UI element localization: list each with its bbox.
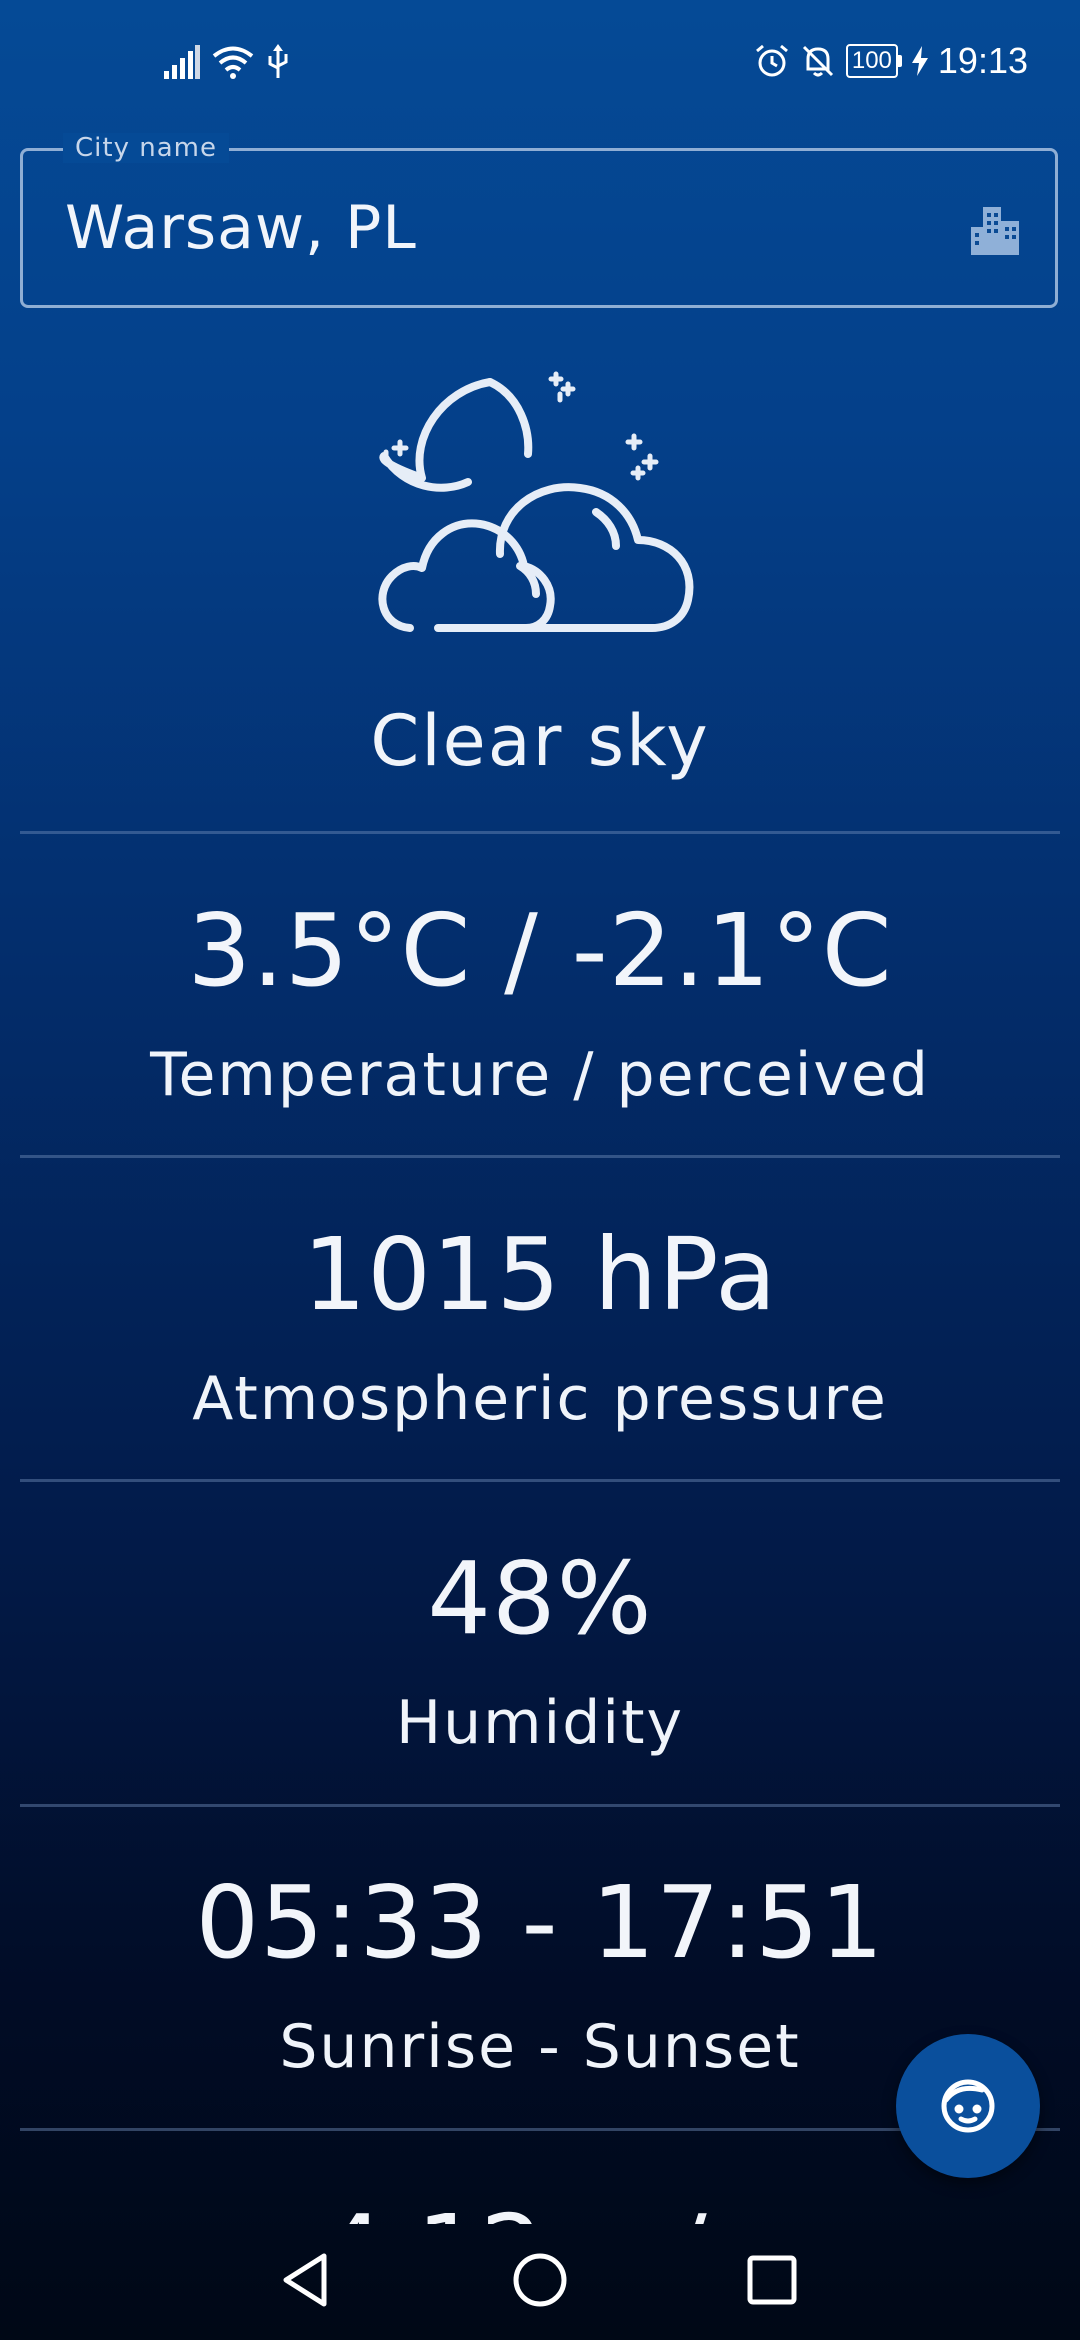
city-name-input[interactable]: Warsaw, PL [65, 193, 417, 263]
pressure-value: 1015 hPa [302, 1216, 778, 1333]
battery-level: 100 [845, 44, 898, 78]
sunrise-sunset-value: 05:33 - 17:51 [195, 1864, 885, 1981]
city-building-icon[interactable] [969, 203, 1023, 257]
charging-icon [911, 46, 928, 76]
system-nav-bar [0, 2220, 1080, 2340]
divider [20, 1155, 1060, 1158]
recents-square-icon[interactable] [742, 2250, 802, 2310]
weather-condition: Clear sky [370, 700, 710, 782]
battery-nub [897, 55, 902, 67]
status-bar: 100 19:13 [0, 0, 1080, 130]
wifi-icon [212, 46, 254, 79]
bell-off-icon [802, 45, 833, 77]
city-name-label: City name [63, 133, 229, 163]
alarm-icon [755, 44, 788, 77]
face-fab-button[interactable] [896, 2034, 1040, 2178]
signal-icon [164, 45, 200, 79]
status-time: 19:13 [937, 40, 1028, 81]
status-left [164, 44, 290, 80]
divider [20, 831, 1060, 834]
pressure-label: Atmospheric pressure [192, 1364, 888, 1434]
moon-cloud-stars-icon [378, 371, 694, 632]
divider [20, 1479, 1060, 1482]
face-icon [941, 2079, 995, 2133]
usb-icon [268, 44, 288, 78]
humidity-value: 48% [427, 1540, 653, 1657]
status-right: 100 19:13 [754, 40, 1028, 82]
divider [20, 1804, 1060, 1807]
humidity-label: Humidity [395, 1688, 685, 1758]
back-triangle-icon[interactable] [278, 2250, 338, 2310]
city-name-field[interactable]: City name Warsaw, PL [20, 133, 1058, 308]
temperature-value: 3.5°C / -2.1°C [187, 892, 893, 1009]
temperature-label: Temperature / perceived [150, 1040, 930, 1110]
home-circle-icon[interactable] [510, 2250, 570, 2310]
battery-indicator: 100 [845, 44, 902, 78]
